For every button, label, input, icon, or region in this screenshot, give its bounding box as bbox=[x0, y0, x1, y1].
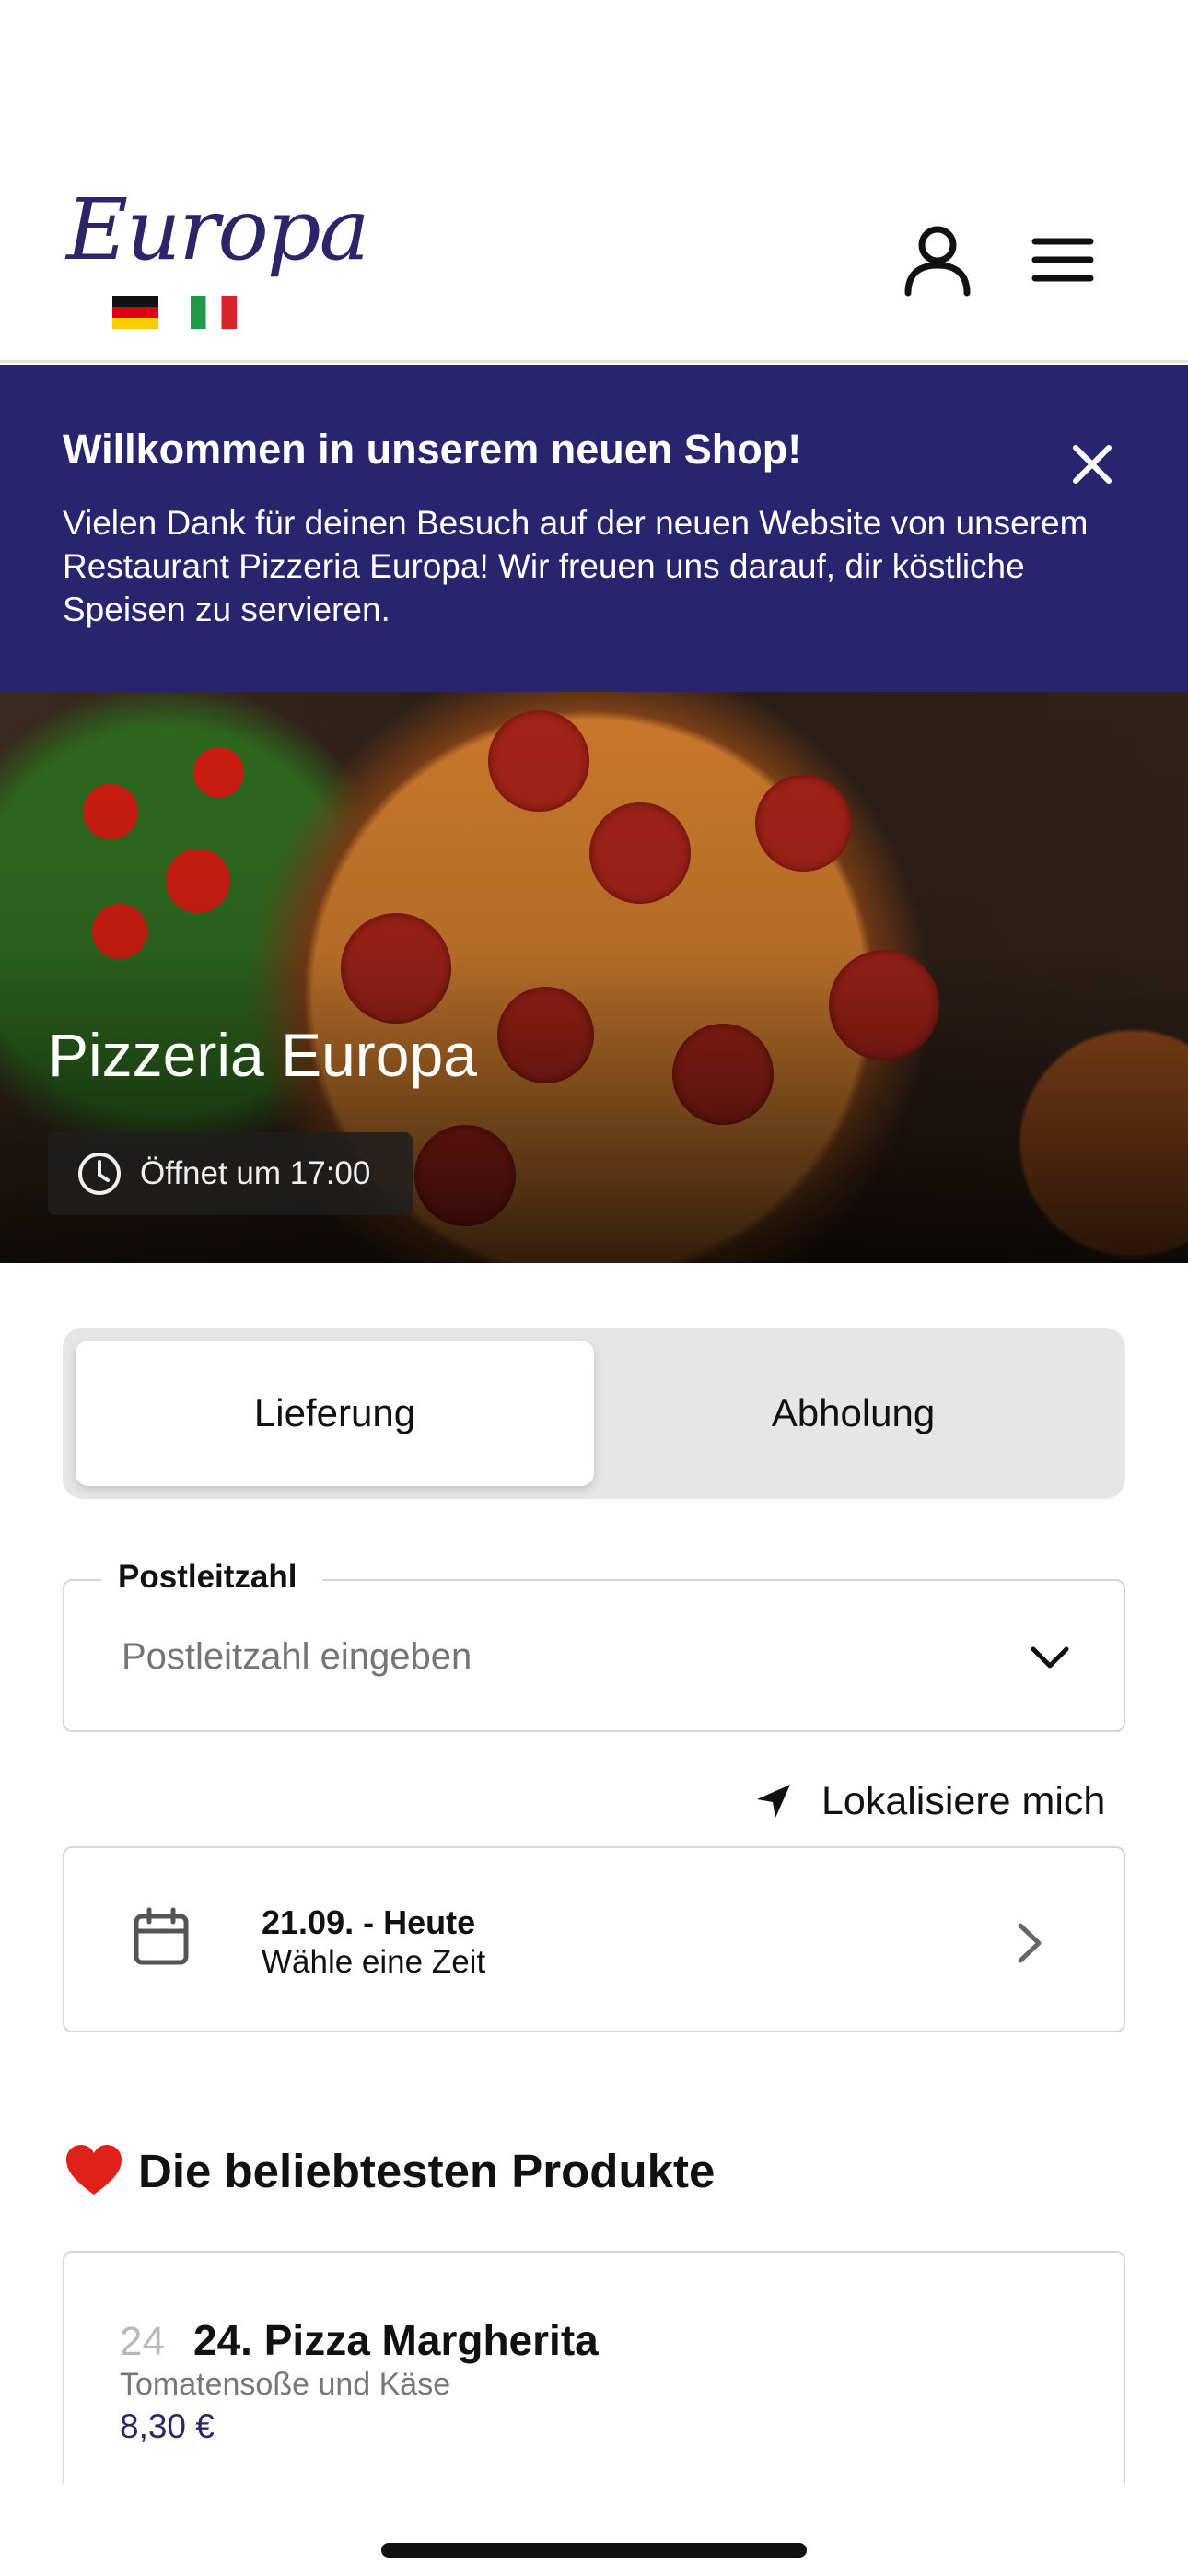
bottom-area bbox=[0, 2484, 1188, 2576]
chevron-down-icon[interactable] bbox=[1026, 1633, 1074, 1680]
tab-pickup[interactable]: Abholung bbox=[594, 1341, 1112, 1486]
hamburger-menu-icon bbox=[1031, 238, 1094, 282]
heart-icon bbox=[66, 2145, 122, 2195]
product-card[interactable]: 24 24. Pizza Margherita Tomatensoße und … bbox=[63, 2251, 1125, 2490]
banner-title: Willkommen in unserem neuen Shop! bbox=[63, 426, 802, 473]
banner-text: Vielen Dank für deinen Besuch auf der ne… bbox=[63, 504, 1089, 628]
user-icon bbox=[904, 226, 971, 297]
product-description: Tomatensoße und Käse bbox=[120, 2367, 451, 2402]
postal-code-label: Postleitzahl bbox=[101, 1559, 323, 1596]
tab-delivery[interactable]: Lieferung bbox=[76, 1341, 594, 1486]
banner-close-button[interactable] bbox=[1057, 429, 1127, 499]
product-price: 8,30 € bbox=[120, 2407, 215, 2445]
german-flag-icon[interactable] bbox=[112, 296, 158, 329]
opening-status-badge: Öffnet um 17:00 bbox=[48, 1132, 413, 1215]
postal-code-field[interactable]: Postleitzahl bbox=[63, 1559, 1125, 1732]
schedule-card[interactable]: 21.09. - Heute Wähle eine Zeit bbox=[63, 1846, 1125, 2032]
restaurant-name: Pizzeria Europa bbox=[48, 1021, 477, 1089]
account-button[interactable] bbox=[895, 217, 980, 302]
italian-flag-icon[interactable] bbox=[191, 296, 237, 329]
popular-products-title: Die beliebtesten Produkte bbox=[138, 2144, 716, 2197]
chevron-right-icon bbox=[1018, 1923, 1042, 1963]
app-header: Europa bbox=[0, 0, 1188, 363]
schedule-subtitle: Wähle eine Zeit bbox=[262, 1944, 486, 1980]
close-icon bbox=[1073, 445, 1112, 484]
postal-code-input[interactable] bbox=[122, 1636, 950, 1678]
hero-image: Pizzeria Europa Öffnet um 17:00 bbox=[0, 692, 1188, 1263]
schedule-date: 21.09. - Heute bbox=[262, 1903, 476, 1941]
logo[interactable]: Europa bbox=[66, 181, 370, 279]
menu-button[interactable] bbox=[1020, 217, 1105, 302]
clock-icon bbox=[78, 1153, 121, 1195]
welcome-banner: Willkommen in unserem neuen Shop! Vielen… bbox=[0, 365, 1188, 692]
product-number: 24 bbox=[120, 2319, 165, 2364]
order-mode-switch: Lieferung Abholung bbox=[63, 1328, 1125, 1499]
home-indicator[interactable] bbox=[381, 2543, 807, 2558]
popular-products-heading: Die beliebtesten Produkte bbox=[64, 2143, 715, 2198]
location-arrow-icon bbox=[757, 1785, 790, 1818]
opening-status-text: Öffnet um 17:00 bbox=[140, 1155, 371, 1191]
calendar-icon bbox=[134, 1907, 189, 1965]
product-name: 24. Pizza Margherita bbox=[193, 2316, 599, 2364]
locate-me-label: Lokalisiere mich bbox=[821, 1778, 1106, 1823]
locate-me-button[interactable]: Lokalisiere mich bbox=[753, 1774, 1105, 1829]
